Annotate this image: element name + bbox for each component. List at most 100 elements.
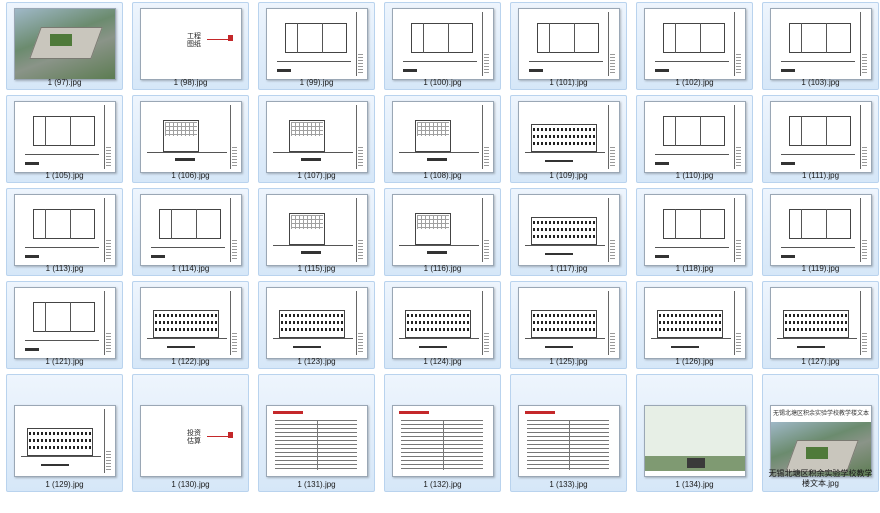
file-thumbnail[interactable]: 1 (107).jpg	[258, 95, 375, 183]
file-thumbnail[interactable]: 1 (127).jpg	[762, 281, 879, 369]
table-rows	[401, 420, 483, 470]
file-thumbnail[interactable]: 1 (134).jpg	[636, 374, 753, 492]
file-cell: 1 (109).jpg	[510, 93, 627, 186]
file-thumbnail[interactable]: 1 (121).jpg	[6, 281, 123, 369]
thumbnail-preview	[770, 101, 872, 173]
file-thumbnail[interactable]: 1 (123).jpg	[258, 281, 375, 369]
file-cell: 1 (106).jpg	[132, 93, 249, 186]
ground-line	[399, 245, 479, 246]
file-thumbnail[interactable]: 1 (100).jpg	[384, 2, 501, 90]
file-thumbnail[interactable]: 无锡北塘区积余实验学校教学楼文本 无锡北塘区积余实验学校教学楼文本.jpg	[762, 374, 879, 492]
file-thumbnail[interactable]: 1 (113).jpg	[6, 188, 123, 276]
table-rows	[275, 420, 357, 470]
file-thumbnail[interactable]: 1 (122).jpg	[132, 281, 249, 369]
file-name-label: 1 (110).jpg	[675, 171, 714, 180]
file-thumbnail[interactable]: 1 (102).jpg	[636, 2, 753, 90]
thumbnail-preview	[266, 101, 368, 173]
dimension-line	[25, 154, 99, 155]
dimension-line	[655, 247, 729, 248]
file-thumbnail[interactable]: 投资 估算 1 (130).jpg	[132, 374, 249, 492]
table-column-line	[443, 420, 444, 470]
file-cell: 1 (110).jpg	[636, 93, 753, 186]
file-thumbnail[interactable]: 1 (114).jpg	[132, 188, 249, 276]
drawing-label	[301, 251, 321, 254]
title-block	[482, 198, 490, 262]
file-thumbnail[interactable]: 1 (106).jpg	[132, 95, 249, 183]
title-block	[356, 105, 364, 169]
drawing-label	[545, 346, 573, 348]
grid-line	[448, 23, 449, 53]
file-thumbnail[interactable]: 1 (129).jpg	[6, 374, 123, 492]
window-row	[659, 321, 721, 324]
thumbnail-preview	[140, 287, 242, 359]
file-thumbnail[interactable]: 工程 图纸 1 (98).jpg	[132, 2, 249, 90]
file-thumbnail[interactable]: 1 (110).jpg	[636, 95, 753, 183]
title-block	[356, 198, 364, 262]
window-row	[155, 328, 217, 331]
thumbnail-preview	[392, 194, 494, 266]
file-thumbnail[interactable]: 1 (103).jpg	[762, 2, 879, 90]
title-block	[482, 291, 490, 355]
file-name-label: 1 (114).jpg	[171, 264, 210, 273]
file-thumbnail[interactable]: 1 (118).jpg	[636, 188, 753, 276]
plan-outline	[159, 209, 221, 239]
drawing-label	[175, 158, 195, 161]
file-cell: 1 (99).jpg	[258, 0, 375, 93]
file-thumbnail[interactable]: 1 (115).jpg	[258, 188, 375, 276]
file-thumbnail[interactable]: 1 (97).jpg	[6, 2, 123, 90]
window-row	[533, 314, 595, 317]
file-thumbnail[interactable]: 1 (116).jpg	[384, 188, 501, 276]
file-thumbnail[interactable]: 1 (132).jpg	[384, 374, 501, 492]
window-row	[533, 321, 595, 324]
file-thumbnail[interactable]: 1 (109).jpg	[510, 95, 627, 183]
file-thumbnail[interactable]: 1 (124).jpg	[384, 281, 501, 369]
file-thumbnail[interactable]: 1 (131).jpg	[258, 374, 375, 492]
file-name-label: 1 (118).jpg	[675, 264, 714, 273]
drawing-label	[301, 158, 321, 161]
file-thumbnail[interactable]: 1 (125).jpg	[510, 281, 627, 369]
file-thumbnail[interactable]: 1 (101).jpg	[510, 2, 627, 90]
section-hatch	[417, 215, 449, 229]
file-name-label: 1 (97).jpg	[47, 78, 82, 87]
window-row	[281, 314, 343, 317]
file-thumbnail[interactable]: 1 (111).jpg	[762, 95, 879, 183]
file-name-label: 1 (115).jpg	[297, 264, 336, 273]
window-row	[29, 446, 91, 449]
drawing-label	[781, 162, 795, 165]
window-row	[155, 314, 217, 317]
grid-line	[700, 209, 701, 239]
file-name-label: 1 (130).jpg	[171, 480, 210, 489]
file-thumbnail[interactable]: 1 (117).jpg	[510, 188, 627, 276]
drawing-label	[427, 251, 447, 254]
file-thumbnail[interactable]: 1 (99).jpg	[258, 2, 375, 90]
grid-line	[700, 116, 701, 146]
file-thumbnail[interactable]: 1 (108).jpg	[384, 95, 501, 183]
window-row	[533, 128, 595, 131]
file-name-label: 1 (116).jpg	[423, 264, 462, 273]
thumbnail-preview: 无锡北塘区积余实验学校教学楼文本	[770, 405, 872, 477]
grid-line	[171, 209, 172, 239]
grid-line	[574, 23, 575, 53]
ground-line	[525, 152, 605, 153]
file-name-label: 1 (124).jpg	[423, 357, 462, 366]
ground-line	[651, 338, 731, 339]
file-name-label: 1 (122).jpg	[171, 357, 210, 366]
file-thumbnail[interactable]: 1 (126).jpg	[636, 281, 753, 369]
file-thumbnail[interactable]: 1 (105).jpg	[6, 95, 123, 183]
title-block	[860, 198, 868, 262]
title-block	[482, 12, 490, 76]
file-name-label: 1 (132).jpg	[423, 480, 462, 489]
file-cell: 1 (134).jpg	[636, 372, 753, 492]
thumbnail-preview	[518, 287, 620, 359]
file-cell: 1 (108).jpg	[384, 93, 501, 186]
title-block	[356, 291, 364, 355]
file-name-label: 1 (125).jpg	[549, 357, 588, 366]
file-name-label: 1 (121).jpg	[45, 357, 84, 366]
file-thumbnail[interactable]: 1 (119).jpg	[762, 188, 879, 276]
cover-logo-mark	[228, 35, 233, 41]
file-cell: 无锡北塘区积余实验学校教学楼文本 无锡北塘区积余实验学校教学楼文本.jpg	[762, 372, 879, 492]
file-thumbnail[interactable]: 1 (133).jpg	[510, 374, 627, 492]
title-block	[734, 105, 742, 169]
drawing-label	[671, 346, 699, 348]
title-block	[860, 291, 868, 355]
